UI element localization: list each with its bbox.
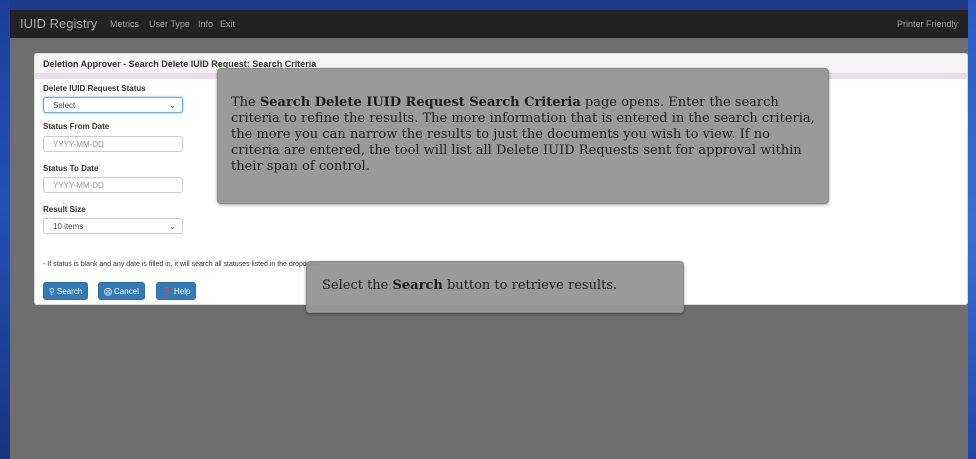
nav-info[interactable]: Info: [198, 19, 213, 29]
help-icon: ❓: [162, 287, 172, 296]
callout-text-bold: Search Delete IUID Request Search Criter…: [259, 95, 581, 110]
nav-metrics[interactable]: Metrics: [110, 19, 139, 29]
callout-text-pre: The: [231, 95, 260, 110]
search-icon: ⚲: [49, 287, 55, 296]
top-navbar: IUID Registry Metrics User Type Info Exi…: [10, 10, 968, 38]
search-note: - If status is blank and any date is fil…: [43, 261, 320, 268]
cancel-button-label: Cancel: [114, 287, 139, 296]
help-button-label: Help: [173, 287, 191, 296]
cancel-button[interactable]: ⨂ Cancel: [98, 282, 145, 300]
printer-friendly-link[interactable]: Printer Friendly: [897, 19, 958, 29]
result-size-label: Result Size: [43, 205, 86, 214]
status-label: Delete IUID Request Status: [43, 84, 146, 93]
search-hint-callout: Select the Search button to retrieve res…: [306, 261, 684, 313]
desktop-background-right: [968, 0, 976, 459]
search-hint-text: Select the Search button to retrieve res…: [322, 278, 617, 293]
result-size-select[interactable]: 10 items ⌄: [43, 218, 183, 234]
brand-link[interactable]: IUID Registry: [20, 16, 97, 31]
help-button[interactable]: ❓ Help: [156, 282, 197, 300]
instruction-callout-text: The Search Delete IUID Request Search Cr…: [231, 95, 821, 175]
chevron-down-icon: ⌄: [169, 101, 176, 110]
cancel-icon: ⨂: [104, 287, 112, 296]
browser-content: IUID Registry Metrics User Type Info Exi…: [10, 10, 968, 459]
search-button[interactable]: ⚲ Search: [43, 282, 89, 300]
status-select[interactable]: Select ⌄: [43, 97, 183, 113]
hint-text-post: button to retrieve results.: [442, 278, 618, 293]
to-date-label: Status To Date: [43, 164, 99, 173]
nav-exit[interactable]: Exit: [220, 19, 235, 29]
hint-text-bold: Search: [392, 278, 443, 293]
to-date-input[interactable]: YYYY-MM-DD: [43, 177, 183, 193]
desktop-background-left: [0, 0, 10, 459]
from-date-input[interactable]: YYYY-MM-DD: [43, 136, 183, 152]
nav-user-type[interactable]: User Type: [149, 19, 190, 29]
result-size-value: 10 items: [53, 222, 84, 231]
chevron-down-icon: ⌄: [169, 222, 176, 231]
from-date-label: Status From Date: [43, 122, 110, 131]
status-select-value: Select: [53, 101, 76, 110]
search-button-label: Search: [56, 287, 83, 296]
instruction-callout: The Search Delete IUID Request Search Cr…: [217, 68, 829, 204]
hint-text-pre: Select the: [322, 278, 393, 293]
